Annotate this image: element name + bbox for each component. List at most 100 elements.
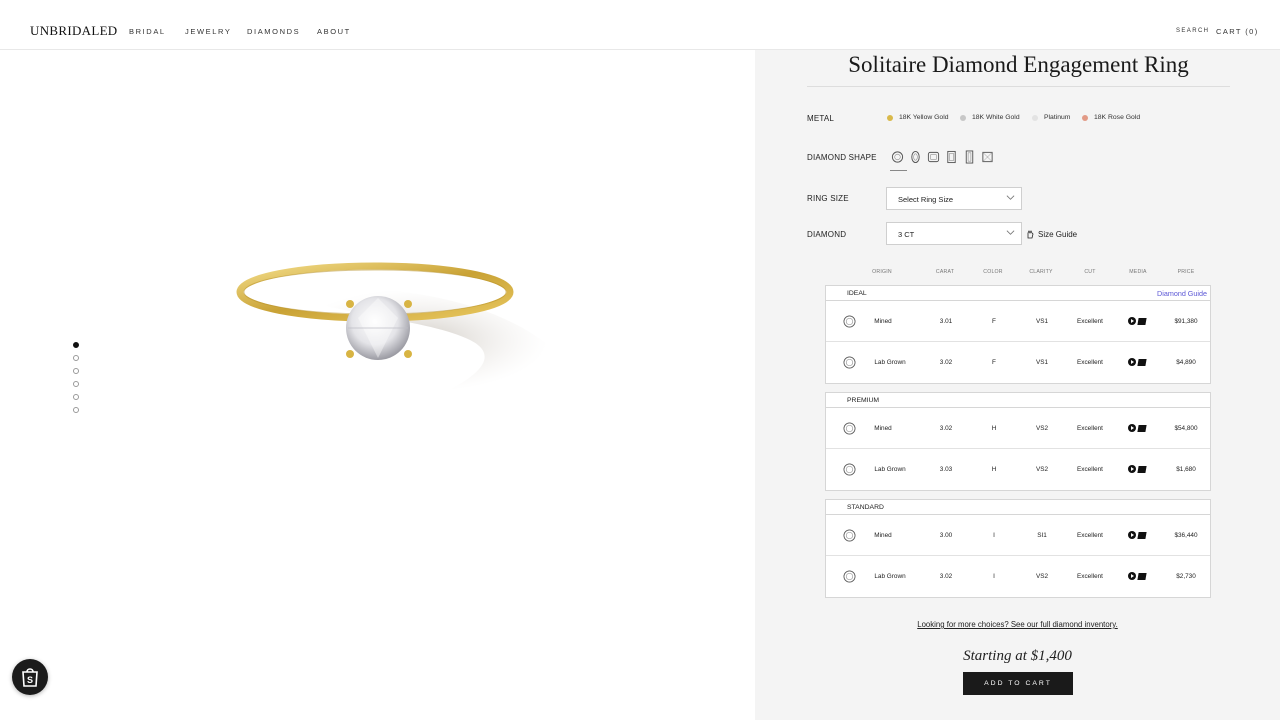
gallery-dot[interactable]: [73, 342, 79, 348]
cell-cut: Excellent: [1077, 359, 1103, 366]
certificate-icon[interactable]: [1137, 465, 1147, 473]
metal-option-rose-gold[interactable]: 18K Rose Gold: [1082, 114, 1140, 121]
table-row[interactable]: Mined 3.01 F VS1 Excellent $91,380: [826, 301, 1210, 342]
table-row[interactable]: Lab Grown 3.02 F VS1 Excellent $4,890: [826, 342, 1210, 383]
play-video-icon[interactable]: [1128, 424, 1136, 432]
col-header-clarity: CLARITY: [1029, 269, 1053, 275]
group-name: STANDARD: [847, 504, 884, 511]
cell-clarity: VS2: [1035, 425, 1049, 432]
product-gallery: [0, 50, 755, 720]
col-header-color: COLOR: [983, 269, 1003, 275]
ring-size-value: Select Ring Size: [898, 195, 954, 204]
product-title: Solitaire Diamond Engagement Ring: [807, 52, 1230, 87]
col-header-origin: ORIGIN: [872, 269, 892, 275]
elongated-emerald-icon[interactable]: [963, 150, 976, 164]
media-links: [1128, 424, 1147, 432]
princess-icon[interactable]: [981, 150, 994, 164]
gallery-dot[interactable]: [73, 355, 79, 361]
chevron-down-icon: [1006, 230, 1015, 235]
metal-option-white-gold[interactable]: 18K White Gold: [960, 114, 1020, 121]
cell-price: $4,890: [1176, 359, 1196, 366]
gallery-dot[interactable]: [73, 394, 79, 400]
cushion-icon[interactable]: [927, 150, 940, 164]
metal-label: METAL: [807, 114, 835, 123]
cell-origin: Lab Grown: [874, 359, 906, 366]
media-links: [1128, 572, 1147, 580]
nav-about[interactable]: ABOUT: [317, 27, 351, 36]
gallery-dot[interactable]: [73, 368, 79, 374]
add-to-cart-button[interactable]: ADD TO CART: [963, 672, 1073, 695]
cell-cut: Excellent: [1077, 532, 1103, 539]
play-video-icon[interactable]: [1128, 317, 1136, 325]
cell-color: F: [992, 359, 996, 366]
swatch-icon: [1082, 114, 1088, 121]
emerald-icon[interactable]: [945, 150, 958, 164]
starting-price: Starting at $1,400: [963, 648, 1072, 664]
size-guide-label: Size Guide: [1038, 229, 1078, 239]
gallery-dot[interactable]: [73, 407, 79, 413]
cell-carat: 3.02: [939, 359, 953, 366]
table-row[interactable]: Lab Grown 3.03 H VS2 Excellent $1,680: [826, 449, 1210, 490]
selected-shape-indicator: [890, 170, 907, 171]
cell-price: $2,730: [1176, 573, 1196, 580]
play-video-icon[interactable]: [1128, 572, 1136, 580]
cell-price: $91,380: [1174, 318, 1198, 325]
metal-option-yellow-gold[interactable]: 18K Yellow Gold: [887, 114, 949, 121]
metal-option-platinum[interactable]: Platinum: [1032, 114, 1070, 121]
cell-clarity: VS1: [1035, 359, 1049, 366]
oval-icon[interactable]: [909, 150, 922, 164]
play-video-icon[interactable]: [1128, 358, 1136, 366]
metal-option-label: 18K White Gold: [972, 114, 1020, 121]
product-image: [230, 240, 560, 410]
nav-jewelry[interactable]: JEWELRY: [185, 27, 232, 36]
size-guide-link[interactable]: Size Guide: [1025, 229, 1077, 239]
nav-bridal[interactable]: BRIDAL: [129, 27, 166, 36]
col-header-carat: CARAT: [935, 269, 955, 275]
cell-clarity: VS2: [1035, 573, 1049, 580]
cell-clarity: VS1: [1035, 318, 1049, 325]
certificate-icon[interactable]: [1137, 358, 1147, 366]
swatch-icon: [887, 114, 893, 121]
metal-option-label: 18K Rose Gold: [1094, 114, 1141, 121]
table-row[interactable]: Lab Grown 3.02 I VS2 Excellent $2,730: [826, 556, 1210, 597]
play-video-icon[interactable]: [1128, 531, 1136, 539]
diamond-label: DIAMOND: [807, 230, 847, 239]
shop-pay-badge[interactable]: S: [12, 659, 48, 695]
certificate-icon[interactable]: [1137, 572, 1147, 580]
cell-cut: Excellent: [1077, 573, 1103, 580]
play-video-icon[interactable]: [1128, 465, 1136, 473]
nav-diamonds[interactable]: DIAMONDS: [247, 27, 300, 36]
search-link[interactable]: SEARCH: [1176, 28, 1209, 34]
cell-carat: 3.02: [939, 573, 953, 580]
diamond-shape-options: [891, 150, 999, 164]
diamond-group-premium: PREMIUM Mined 3.02 H VS2 Excellent $54,8…: [825, 392, 1211, 491]
metal-option-label: Platinum: [1044, 114, 1071, 121]
cell-cut: Excellent: [1077, 318, 1103, 325]
gallery-dot[interactable]: [73, 381, 79, 387]
certificate-icon[interactable]: [1137, 424, 1147, 432]
hand-icon: [1027, 230, 1034, 239]
group-heading: IDEAL Diamond Guide: [826, 286, 1210, 301]
group-name: PREMIUM: [847, 397, 880, 404]
ring-size-select[interactable]: Select Ring Size: [886, 187, 1022, 210]
diamond-guide-link[interactable]: Diamond Guide: [1157, 289, 1207, 298]
swatch-icon: [960, 114, 966, 121]
site-logo[interactable]: UNBRIDALED: [30, 23, 118, 39]
table-row[interactable]: Mined 3.02 H VS2 Excellent $54,800: [826, 408, 1210, 449]
certificate-icon[interactable]: [1137, 531, 1147, 539]
full-inventory-link[interactable]: Looking for more choices? See our full d…: [755, 620, 1280, 629]
cart-link[interactable]: CART (0): [1216, 27, 1259, 36]
diamond-group-standard: STANDARD Mined 3.00 I SI1 Excellent $36,…: [825, 499, 1211, 598]
table-row[interactable]: Mined 3.00 I SI1 Excellent $36,440: [826, 515, 1210, 556]
cell-carat: 3.01: [939, 318, 953, 325]
cell-cut: Excellent: [1077, 466, 1103, 473]
metal-option-label: 18K Yellow Gold: [899, 114, 949, 121]
round-icon[interactable]: [891, 150, 904, 164]
diamond-carat-select[interactable]: 3 CT: [886, 222, 1022, 245]
cell-origin: Lab Grown: [874, 573, 906, 580]
cell-color: H: [991, 425, 997, 432]
ring-shadow: [290, 288, 548, 392]
diamond-group-ideal: IDEAL Diamond Guide Mined 3.01 F VS1 Exc…: [825, 285, 1211, 384]
cell-price: $54,800: [1174, 425, 1198, 432]
certificate-icon[interactable]: [1137, 317, 1147, 325]
